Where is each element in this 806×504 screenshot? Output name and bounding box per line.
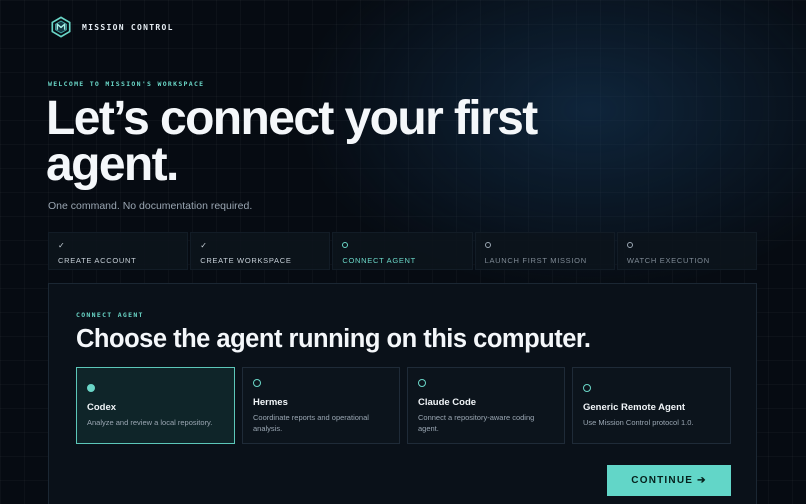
page-title: Let’s connect your first agent. — [46, 92, 538, 191]
agent-name: Claude Code — [418, 397, 477, 408]
step-create-workspace: ✓ CREATE WORKSPACE — [190, 232, 331, 270]
hexagon-logo-icon[interactable] — [50, 16, 72, 38]
step-launch-first-mission: LAUNCH FIRST MISSION — [474, 232, 615, 270]
step-watch-execution: WATCH EXECUTION — [616, 232, 758, 270]
step-label: WATCH EXECUTION — [626, 256, 710, 265]
radio-selected-icon — [87, 384, 95, 392]
circle-icon — [626, 242, 633, 248]
agent-option-hermes[interactable]: Hermes Coordinate reports and operationa… — [242, 367, 400, 444]
welcome-eyebrow: WELCOME TO MISSION'S WORKSPACE — [48, 80, 205, 88]
circle-icon — [342, 242, 349, 248]
page-subtitle: One command. No documentation required. — [48, 200, 253, 212]
agent-description: Connect a repository-aware coding agent. — [418, 413, 535, 433]
step-label: LAUNCH FIRST MISSION — [484, 256, 587, 265]
section-title: Choose the agent running on this compute… — [76, 325, 591, 353]
step-label: CONNECT AGENT — [342, 256, 416, 265]
radio-icon — [418, 379, 426, 387]
agent-option-codex[interactable]: Codex Analyze and review a local reposit… — [76, 367, 235, 444]
agent-description: Use Mission Control protocol 1.0. — [583, 418, 694, 427]
step-label: CREATE WORKSPACE — [200, 256, 292, 265]
radio-icon — [583, 384, 591, 392]
check-icon: ✓ — [58, 241, 65, 250]
agent-name: Generic Remote Agent — [583, 402, 686, 413]
connect-agent-panel: CONNECT AGENT Choose the agent running o… — [48, 283, 757, 504]
agent-option-generic-remote-agent[interactable]: Generic Remote Agent Use Mission Control… — [572, 367, 731, 444]
step-connect-agent: CONNECT AGENT — [332, 232, 473, 270]
section-eyebrow: CONNECT AGENT — [76, 311, 144, 319]
step-label: CREATE ACCOUNT — [58, 256, 137, 265]
agent-name: Codex — [87, 402, 117, 413]
agent-option-claude-code[interactable]: Claude Code Connect a repository-aware c… — [407, 367, 565, 444]
circle-icon — [484, 242, 491, 248]
agent-name: Hermes — [253, 397, 288, 408]
radio-icon — [253, 379, 261, 387]
continue-button[interactable]: CONTINUE ➔ — [607, 465, 731, 496]
brand-name: MISSION CONTROL — [82, 22, 174, 32]
agent-description: Coordinate reports and operational analy… — [253, 413, 369, 433]
agent-description: Analyze and review a local repository. — [87, 418, 213, 427]
app-header: MISSION CONTROL — [50, 16, 174, 38]
progress-stepper: ✓ CREATE ACCOUNT ✓ CREATE WORKSPACE CONN… — [48, 232, 758, 270]
step-create-account: ✓ CREATE ACCOUNT — [48, 232, 189, 270]
check-icon: ✓ — [200, 241, 207, 250]
